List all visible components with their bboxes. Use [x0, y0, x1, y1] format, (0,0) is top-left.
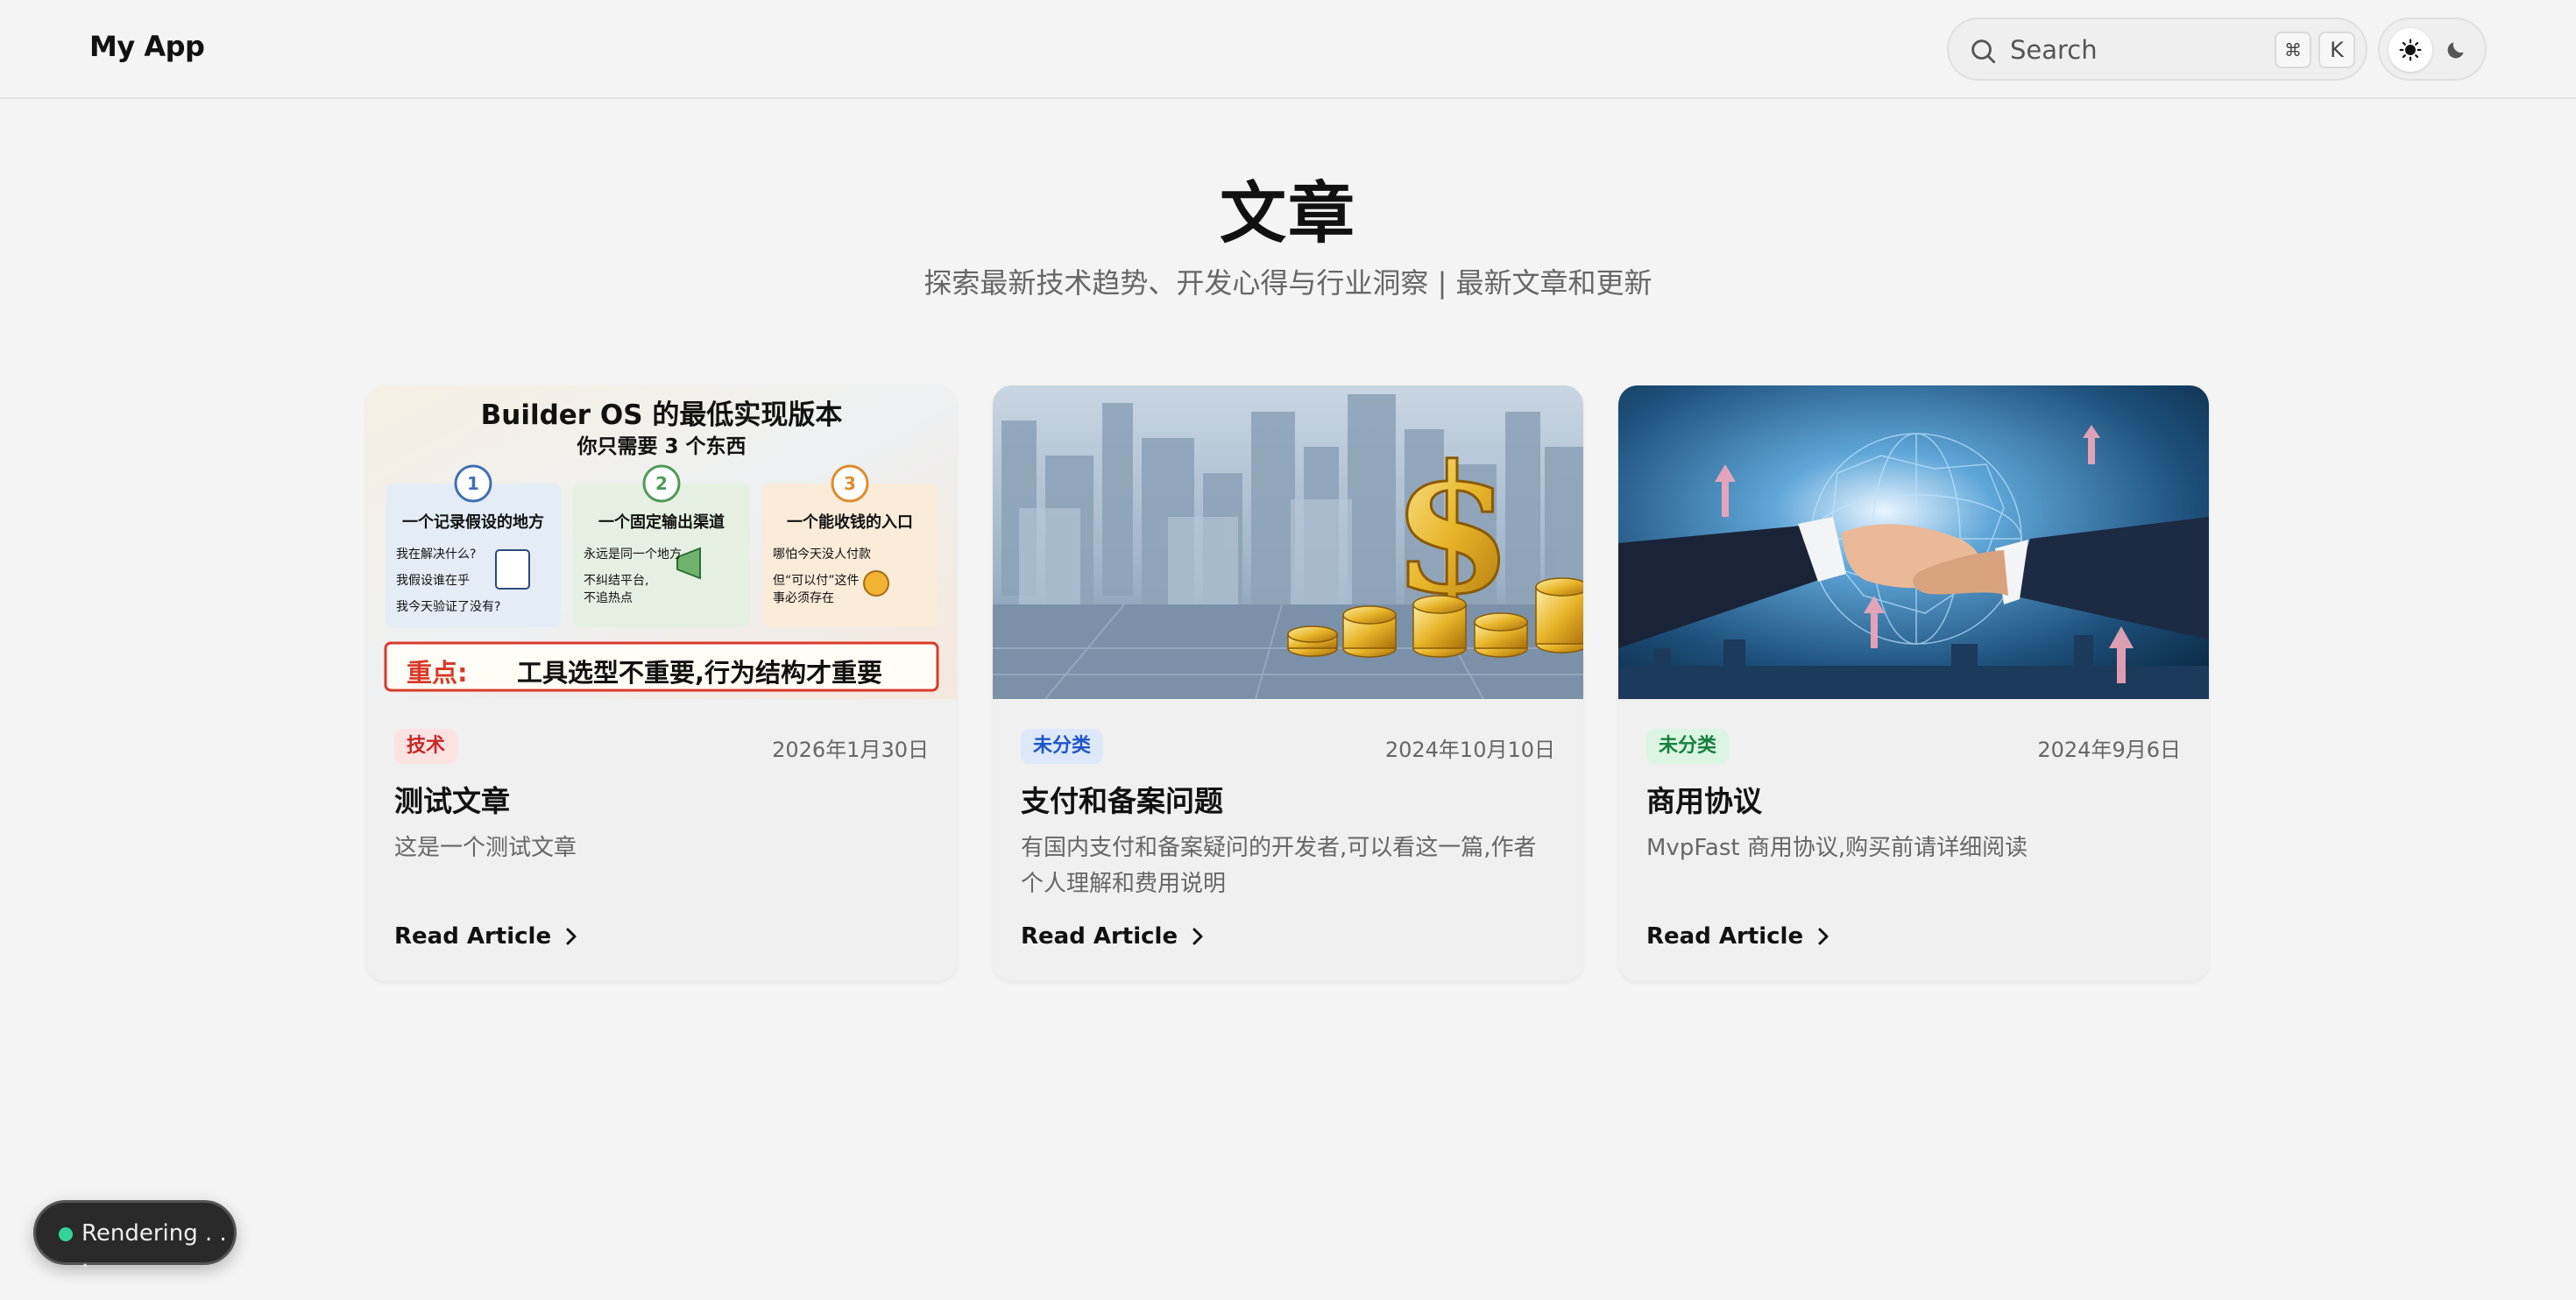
top-header: My App Search ⌘ K — [0, 0, 2576, 99]
cover-box-title: 一个记录假设的地方 — [402, 513, 544, 532]
article-card[interactable]: Builder OS 的最低实现版本 你只需要 3 个东西 1 2 3 一个记录… — [366, 385, 957, 981]
chevron-right-icon — [1192, 928, 1203, 945]
status-dot-icon — [59, 1227, 73, 1241]
cover-box-title: 一个固定输出渠道 — [598, 513, 725, 532]
status-text: Rendering . . . — [81, 1220, 227, 1273]
theme-toggle[interactable] — [2378, 18, 2487, 81]
article-cover-image — [1618, 385, 2209, 699]
article-title[interactable]: 支付和备案问题 — [1021, 778, 1223, 820]
search-icon — [1971, 39, 1996, 64]
read-article-link[interactable]: Read Article — [1021, 923, 1206, 950]
cover-box-number: 3 — [844, 473, 856, 494]
article-excerpt: 这是一个测试文章 — [394, 835, 577, 861]
cover-box-number: 2 — [655, 473, 668, 494]
article-title[interactable]: 测试文章 — [394, 778, 510, 820]
page-title: 文章 — [1220, 174, 1356, 252]
search-placeholder: Search — [2010, 35, 2098, 65]
shortcut-k-key: K — [2318, 32, 2355, 68]
moon-icon — [2447, 42, 2464, 59]
cover-box-line: 我假设谁在乎 — [396, 574, 470, 588]
cover-box-line: 永远是同一个地方 — [584, 548, 682, 562]
cover-box-line: 哪怕今天没人付款 — [773, 548, 871, 562]
category-badge[interactable]: 技术 — [394, 729, 458, 764]
cover-subheading: 你只需要 3 个东西 — [577, 435, 747, 458]
rendering-status-pill[interactable]: Rendering . . . — [33, 1200, 237, 1273]
article-card[interactable]: 未分类 2024年9月6日 商用协议 MvpFast 商用协议,购买前请详细阅读… — [1618, 385, 2209, 981]
page-subtitle: 探索最新技术趋势、开发心得与行业洞察 | 最新文章和更新 — [924, 266, 1652, 300]
article-date: 2026年1月30日 — [772, 738, 929, 762]
sun-icon — [2399, 39, 2422, 61]
article-title[interactable]: 商用协议 — [1646, 778, 1762, 820]
article-excerpt: 有国内支付和备案疑问的开发者,可以看这一篇,作者个人理解和费用说明 — [1021, 835, 1537, 897]
read-article-label: Read Article — [1646, 923, 1804, 950]
article-date: 2024年10月10日 — [1384, 738, 1555, 762]
cover-box-line: 不追热点 — [584, 591, 633, 605]
category-badge[interactable]: 未分类 — [1646, 729, 1730, 764]
read-article-label: Read Article — [394, 923, 552, 950]
cover-box-line: 不纠结平台, — [584, 574, 649, 588]
article-cover-image: Builder OS 的最低实现版本 你只需要 3 个东西 1 2 3 一个记录… — [366, 385, 957, 699]
cover-box-title: 一个能收钱的入口 — [787, 513, 913, 532]
chevron-right-icon — [566, 928, 577, 945]
app-brand[interactable]: My App — [89, 30, 205, 63]
search-box[interactable]: Search ⌘ K — [1947, 18, 2367, 81]
category-badge[interactable]: 未分类 — [1021, 729, 1104, 764]
shortcut-cmd-key: ⌘ — [2275, 32, 2311, 68]
cover-box-line: 我在解决什么? — [396, 548, 477, 562]
cover-box-line: 但“可以付”这件 — [773, 574, 860, 588]
article-excerpt: MvpFast 商用协议,购买前请详细阅读 — [1646, 835, 2028, 861]
cover-box-line: 事必须存在 — [773, 591, 834, 605]
cover-banner-text: 工具选型不重要,行为结构才重要 — [517, 658, 883, 688]
cover-box-line: 我今天验证了没有? — [396, 600, 501, 614]
article-cover-image: $ — [993, 385, 1583, 699]
read-article-link[interactable]: Read Article — [1646, 923, 1831, 950]
article-card[interactable]: $ 未分类 2024年10月10日 支付和备案问题 有国内支付和备案疑问的开发者… — [993, 385, 1583, 981]
dark-mode-button[interactable] — [2434, 28, 2478, 72]
cover-banner-key: 重点: — [407, 658, 468, 688]
chevron-right-icon — [1818, 928, 1829, 945]
cover-heading: Builder OS 的最低实现版本 — [480, 399, 843, 431]
article-date: 2024年9月6日 — [2037, 738, 2181, 762]
light-mode-button[interactable] — [2388, 28, 2432, 72]
cover-box-number: 1 — [467, 473, 479, 494]
read-article-label: Read Article — [1021, 923, 1178, 950]
read-article-link[interactable]: Read Article — [394, 923, 579, 950]
